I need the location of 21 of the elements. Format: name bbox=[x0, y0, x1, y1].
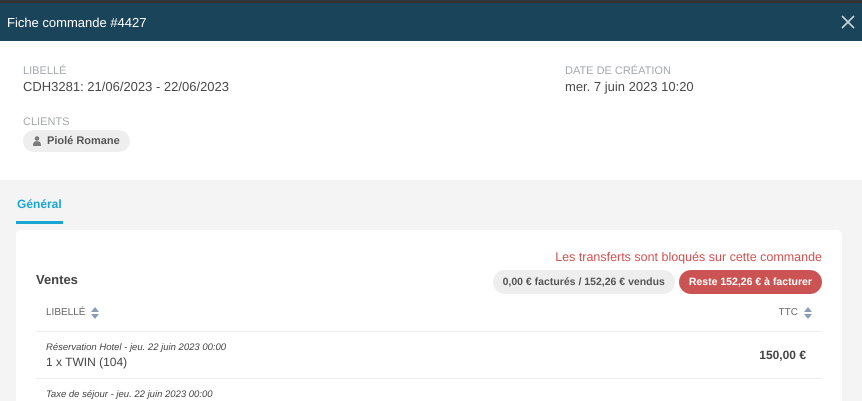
window-title: Fiche commande #4427 bbox=[7, 14, 146, 30]
row-label: 1 x TWIN (104) bbox=[46, 355, 128, 369]
field-value: CDH3281: 21/06/2023 - 22/06/2023 bbox=[23, 79, 230, 94]
column-header[interactable]: TTC bbox=[778, 307, 798, 318]
row-caption: Réservation Hotel - jeu. 22 juin 2023 00:00 bbox=[46, 342, 226, 353]
warning-text: Les transferts sont bloqués sur cette commande bbox=[555, 250, 822, 264]
person-icon bbox=[33, 136, 41, 146]
field-label: CLIENTS bbox=[23, 116, 70, 128]
remaining-badge: Reste 152,26 € à facturer bbox=[678, 270, 822, 294]
invoiced-badge: 0,00 € facturés / 152,26 € vendus bbox=[492, 270, 675, 294]
amount-cell-text: 150,00 € bbox=[759, 348, 807, 362]
row-caption: Taxe de séjour - jeu. 22 juin 2023 00:00 bbox=[46, 389, 213, 400]
sort-icon[interactable] bbox=[804, 306, 812, 318]
field-label: LIBELLÉ bbox=[23, 65, 68, 77]
close-icon[interactable] bbox=[841, 15, 855, 29]
column-header[interactable]: LIBELLÉ bbox=[46, 307, 86, 318]
sort-icon[interactable] bbox=[91, 306, 100, 318]
field-value: mer. 7 juin 2023 10:20 bbox=[565, 79, 694, 94]
client-chip[interactable]: Piolé Romane bbox=[23, 130, 130, 152]
section-title: Ventes bbox=[36, 272, 78, 287]
field-label: DATE DE CRÉATION bbox=[565, 65, 672, 77]
